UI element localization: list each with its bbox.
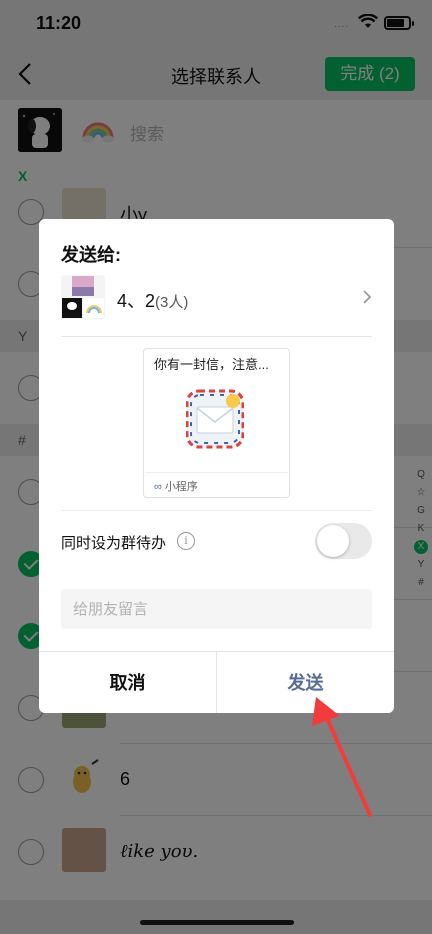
dialog-title: 发送给: bbox=[61, 245, 121, 265]
send-button[interactable]: 发送 bbox=[217, 652, 394, 713]
card-title: 你有一封信，注意... bbox=[154, 357, 269, 372]
chevron-right-icon[interactable] bbox=[361, 289, 373, 305]
send-dialog: 发送给: 4、2(3人) 你有一封信，注意... ∞ 小程序 同时设为群待办 i… bbox=[39, 219, 394, 713]
group-name-text: 4、2 bbox=[117, 291, 156, 311]
info-icon[interactable]: i bbox=[177, 532, 195, 550]
group-member-count: (3人) bbox=[155, 294, 189, 311]
mini-program-icon: ∞ bbox=[154, 481, 162, 493]
divider bbox=[61, 510, 372, 511]
group-todo-label: 同时设为群待办 bbox=[61, 535, 167, 552]
card-source-label: 小程序 bbox=[164, 481, 198, 493]
dialog-button-bar: 取消 发送 bbox=[39, 651, 394, 713]
group-todo-toggle[interactable] bbox=[315, 523, 372, 559]
card-source: ∞ 小程序 bbox=[154, 478, 198, 494]
cancel-button[interactable]: 取消 bbox=[39, 652, 216, 713]
envelope-icon bbox=[186, 389, 244, 449]
message-input[interactable] bbox=[61, 589, 372, 629]
home-indicator bbox=[140, 920, 294, 925]
divider bbox=[61, 336, 372, 337]
group-name: 4、2(3人) bbox=[117, 287, 188, 313]
mini-program-card[interactable]: 你有一封信，注意... ∞ 小程序 bbox=[143, 348, 290, 498]
recipient-group[interactable]: 4、2(3人) bbox=[61, 275, 373, 321]
group-avatar bbox=[61, 275, 105, 319]
